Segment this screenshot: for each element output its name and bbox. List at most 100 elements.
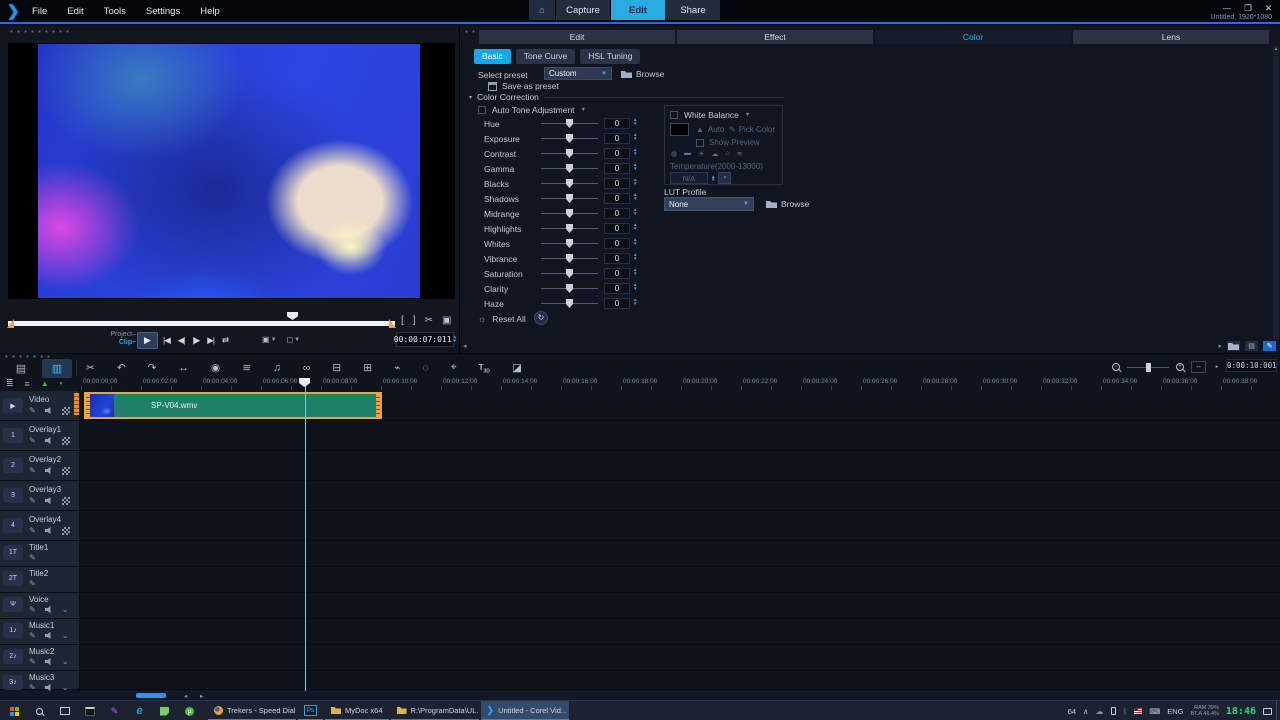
slider-spinner[interactable]: ▲▼ bbox=[633, 268, 637, 275]
track-content-overlay4[interactable] bbox=[80, 511, 1280, 540]
subtitle-editor-icon[interactable]: ⊟ bbox=[332, 362, 341, 374]
timecode-spinner[interactable]: ▲▼ bbox=[454, 336, 457, 343]
track-content-title2[interactable] bbox=[80, 567, 1280, 592]
track-content-overlay1[interactable] bbox=[80, 421, 1280, 450]
pencil-icon[interactable]: ✎ bbox=[29, 466, 36, 475]
panel-grip[interactable] bbox=[463, 30, 477, 33]
track-header-overlay2[interactable]: 2Overlay2✎ bbox=[0, 451, 80, 480]
search-button[interactable] bbox=[27, 701, 52, 720]
compare-button[interactable]: ↻ bbox=[534, 311, 548, 325]
option-tab-effect[interactable]: Effect bbox=[677, 30, 873, 44]
scrub-bar[interactable] bbox=[8, 321, 395, 326]
track-content-overlay3[interactable] bbox=[80, 481, 1280, 510]
browse-lut-button[interactable]: Browse bbox=[766, 199, 809, 209]
trim-end-handle[interactable] bbox=[389, 319, 396, 328]
track-header-title1[interactable]: 1TTitle1✎ bbox=[0, 541, 80, 566]
slider-thumb[interactable] bbox=[566, 254, 573, 263]
checkbox-icon[interactable] bbox=[670, 111, 678, 119]
clock-icon[interactable]: ◔ bbox=[1213, 362, 1218, 372]
reset-all-button[interactable]: ☼ Reset All bbox=[478, 314, 526, 324]
zoom-slider[interactable] bbox=[1127, 367, 1169, 368]
end-button[interactable]: ▶| bbox=[207, 335, 214, 346]
scroll-left-button[interactable]: ◂ bbox=[184, 692, 187, 700]
slider-spinner[interactable]: ▲▼ bbox=[633, 283, 637, 290]
panel-grip[interactable] bbox=[8, 30, 70, 33]
subtab-tone-curve[interactable]: Tone Curve bbox=[516, 49, 575, 64]
subtab-basic[interactable]: Basic bbox=[474, 49, 511, 64]
fluorescent-icon[interactable]: ▬ bbox=[684, 150, 691, 158]
track-content-title1[interactable] bbox=[80, 541, 1280, 566]
slider-thumb[interactable] bbox=[566, 284, 573, 293]
phone-icon[interactable] bbox=[1111, 707, 1116, 715]
track-content-music1[interactable] bbox=[80, 619, 1280, 644]
tab-capture[interactable]: Capture bbox=[556, 0, 610, 20]
checkbox-icon[interactable] bbox=[478, 106, 486, 114]
clip-sp-v04[interactable]: SP-V04.wmv bbox=[84, 392, 382, 419]
slider-spinner[interactable]: ▲▼ bbox=[633, 133, 637, 140]
track-header-overlay3[interactable]: 3Overlay3✎ bbox=[0, 481, 80, 510]
pencil-icon[interactable]: ✎ bbox=[29, 526, 36, 535]
tray-expand-chevron[interactable]: ∧ bbox=[1083, 707, 1089, 716]
pencil-icon[interactable]: ✎ bbox=[29, 436, 36, 445]
collapse-left-arrow[interactable]: ◂ bbox=[463, 342, 467, 350]
onedrive-icon[interactable]: ☁ bbox=[1096, 707, 1104, 716]
white-balance-checkbox[interactable]: White Balance ▼ bbox=[670, 110, 750, 120]
menu-item-edit[interactable]: Edit bbox=[67, 6, 83, 17]
track-header-title2[interactable]: 2TTitle2✎ bbox=[0, 567, 80, 592]
menu-item-help[interactable]: Help bbox=[200, 6, 220, 17]
slider-value-input[interactable]: 0 bbox=[604, 118, 630, 129]
notification-center-icon[interactable] bbox=[1263, 708, 1272, 715]
overcast-icon[interactable]: ≋ bbox=[737, 150, 743, 158]
slider-value-input[interactable]: 0 bbox=[604, 238, 630, 249]
preset-dropdown[interactable]: Custom▼ bbox=[544, 67, 612, 80]
restore-button[interactable]: ❐ bbox=[1244, 3, 1252, 14]
storyboard-panel-button[interactable]: ▤ bbox=[1245, 341, 1258, 351]
pencil-icon[interactable]: ✎ bbox=[29, 579, 36, 588]
checkbox-icon[interactable] bbox=[696, 139, 704, 147]
pencil-icon[interactable]: ✎ bbox=[29, 496, 36, 505]
chevron-down-icon[interactable]: ▾ bbox=[60, 381, 63, 387]
chevron-down-icon[interactable]: ⌄ bbox=[62, 631, 69, 640]
slider-thumb[interactable] bbox=[566, 134, 573, 143]
scroll-right-button[interactable]: ▸ bbox=[200, 692, 203, 700]
utorrent-app-button[interactable]: µ bbox=[177, 701, 202, 720]
mark-in-button[interactable]: [ bbox=[401, 315, 404, 326]
menu-item-file[interactable]: File bbox=[32, 6, 47, 17]
notes-app-button[interactable] bbox=[152, 701, 177, 720]
mask-lasso-icon[interactable]: ◌ bbox=[422, 362, 428, 374]
slider-thumb[interactable] bbox=[566, 224, 573, 233]
speaker-icon[interactable] bbox=[45, 437, 53, 445]
edge-app-button[interactable]: e bbox=[127, 701, 152, 720]
add-track-icon[interactable]: ≡ bbox=[25, 379, 30, 389]
slider-spinner[interactable]: ▲▼ bbox=[633, 223, 637, 230]
split-clip-button[interactable]: ✂ bbox=[425, 315, 433, 326]
auto-music-icon[interactable]: ♫ bbox=[273, 362, 281, 374]
option-tab-lens[interactable]: Lens bbox=[1073, 30, 1269, 44]
temperature-input[interactable]: N/A bbox=[670, 172, 708, 184]
pencil-icon[interactable]: ✎ bbox=[29, 406, 36, 415]
auto-tone-adjustment-checkbox[interactable]: Auto Tone Adjustment ▼ bbox=[478, 105, 586, 115]
show-preview-checkbox[interactable]: Show Preview bbox=[696, 138, 760, 147]
track-header-overlay4[interactable]: 4Overlay4✎ bbox=[0, 511, 80, 540]
slider-thumb[interactable] bbox=[566, 194, 573, 203]
chevron-down-icon[interactable]: ⌄ bbox=[62, 683, 69, 691]
enlarge-button[interactable]: ▣ bbox=[442, 315, 451, 326]
slider-value-input[interactable]: 0 bbox=[604, 133, 630, 144]
trim-start-handle[interactable] bbox=[7, 319, 14, 328]
track-header-overlay1[interactable]: 1Overlay1✎ bbox=[0, 421, 80, 450]
slider-spinner[interactable]: ▲▼ bbox=[633, 208, 637, 215]
speaker-icon[interactable] bbox=[45, 658, 53, 666]
temperature-spinner[interactable]: ▲▼ bbox=[711, 175, 715, 182]
motion-icon[interactable]: ∞ bbox=[303, 362, 311, 374]
slider-thumb[interactable] bbox=[566, 119, 573, 128]
project-toggle[interactable]: Project– bbox=[100, 331, 136, 339]
subtab-hsl-tuning[interactable]: HSL Tuning bbox=[580, 49, 640, 64]
chevron-down-icon[interactable]: ⌄ bbox=[62, 605, 69, 614]
menu-item-tools[interactable]: Tools bbox=[104, 6, 126, 17]
slider-thumb[interactable] bbox=[566, 209, 573, 218]
explorer-mydoc-window-button[interactable]: MyDoc x64 bbox=[325, 701, 389, 720]
white-balance-swatch[interactable] bbox=[670, 123, 689, 136]
play-button[interactable]: ▶ bbox=[137, 332, 158, 349]
track-header-music3[interactable]: 3♪Music3✎⌄ bbox=[0, 671, 80, 689]
browse-preset-button[interactable]: Browse bbox=[621, 69, 664, 79]
